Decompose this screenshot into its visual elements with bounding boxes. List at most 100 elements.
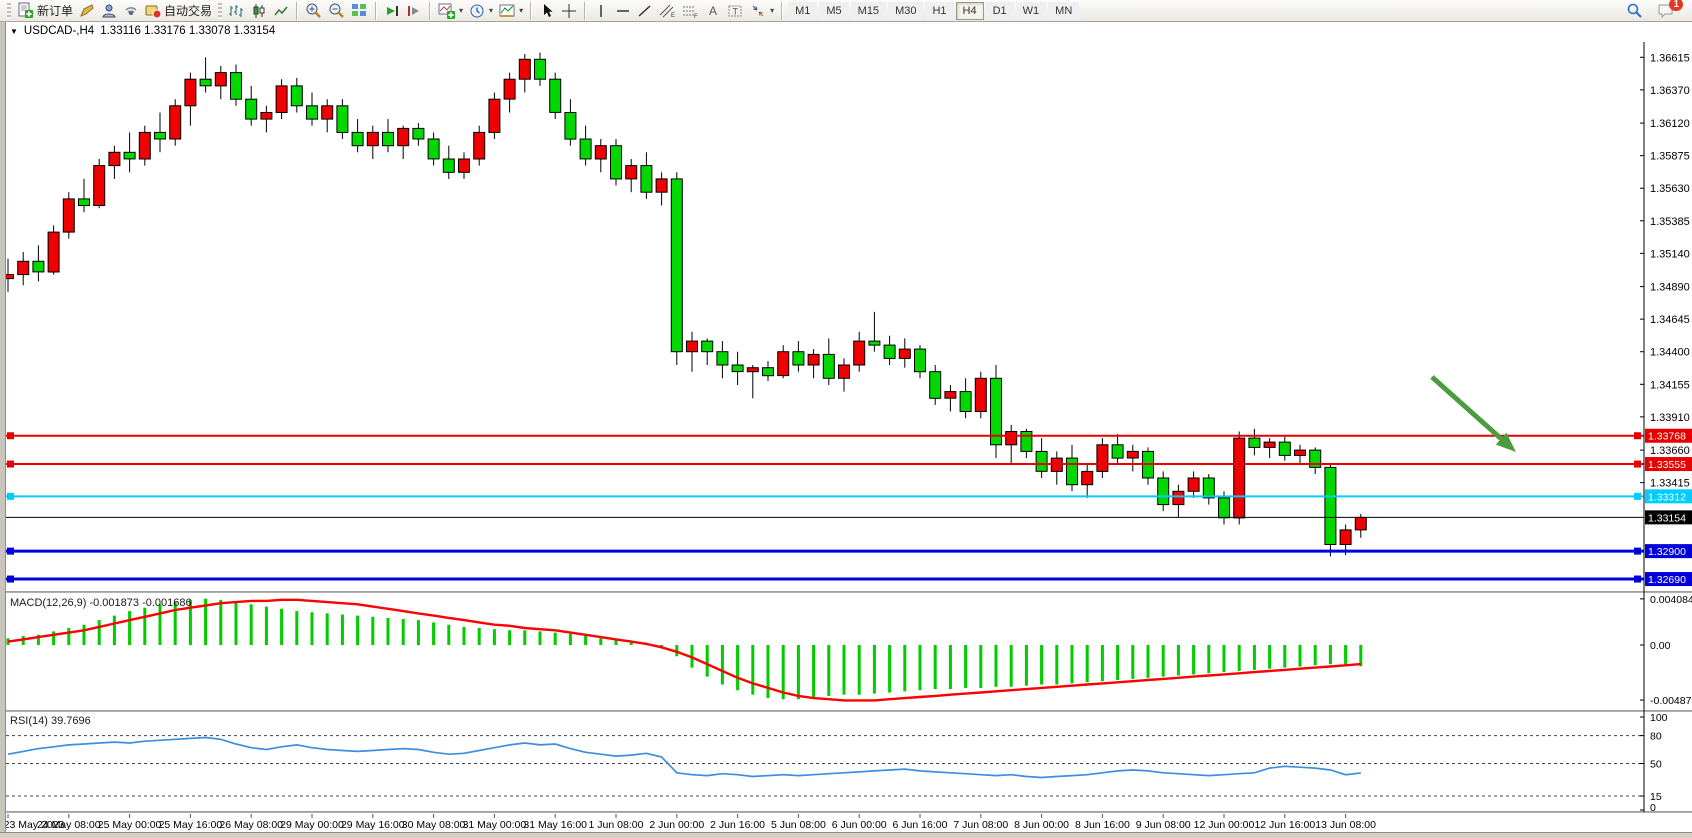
horizontal-line-tool-button[interactable] xyxy=(612,1,634,21)
chart-shift-icon xyxy=(406,3,422,19)
search-button[interactable] xyxy=(1623,1,1646,21)
channel-tool-button[interactable]: E xyxy=(656,1,679,21)
timeframe-button-mn[interactable]: MN xyxy=(1048,2,1079,20)
tile-windows-button[interactable] xyxy=(348,1,371,21)
auto-scroll-button[interactable] xyxy=(381,1,403,21)
indicators-button[interactable]: ▾ xyxy=(435,1,466,21)
zoom-out-button[interactable] xyxy=(325,1,348,21)
timeframe-button-m5[interactable]: M5 xyxy=(819,2,848,20)
candlestick-chart-button[interactable] xyxy=(248,1,270,21)
arrows-tool-button[interactable]: ▾ xyxy=(747,1,777,21)
text-icon: A xyxy=(706,3,720,19)
candle-body xyxy=(1097,445,1108,472)
macd-layer xyxy=(8,599,1361,701)
price-tick-label: 1.34155 xyxy=(1650,379,1690,391)
new-order-icon xyxy=(17,2,34,19)
periods-button[interactable]: ▾ xyxy=(466,1,496,21)
zoom-out-icon xyxy=(328,2,345,19)
bar-chart-icon xyxy=(228,3,245,19)
signals-icon xyxy=(123,3,139,19)
cursor-button[interactable] xyxy=(536,1,558,21)
price-tag-label: 1.33312 xyxy=(1648,491,1686,503)
autotrading-button[interactable]: 自动交易 xyxy=(142,1,215,21)
line-handle xyxy=(7,493,14,500)
trendline-tool-button[interactable] xyxy=(634,1,656,21)
time-axis-label: 9 Jun 08:00 xyxy=(1136,819,1191,831)
timeframe-button-m1[interactable]: M1 xyxy=(788,2,817,20)
zoom-in-button[interactable] xyxy=(302,1,325,21)
dropdown-caret-icon[interactable]: ▾ xyxy=(459,6,463,15)
profiles-button[interactable] xyxy=(98,1,120,21)
time-axis-label: 26 May 08:00 xyxy=(219,819,283,831)
timeframe-button-w1[interactable]: W1 xyxy=(1016,2,1047,20)
candle-body xyxy=(823,354,834,378)
candle-body xyxy=(793,352,804,365)
chart-ohlc-quote: 1.33116 1.33176 1.33078 1.33154 xyxy=(100,25,275,37)
text-label-tool-button[interactable]: T xyxy=(724,1,747,21)
clock-icon xyxy=(469,3,485,19)
autotrading-icon xyxy=(145,3,161,19)
svg-text:E: E xyxy=(671,13,675,19)
time-axis-label: 7 Jun 08:00 xyxy=(953,819,1008,831)
candle-body xyxy=(930,372,941,399)
candle-body xyxy=(960,392,971,412)
candle-body xyxy=(215,73,226,86)
dropdown-caret-icon[interactable]: ▾ xyxy=(489,6,493,15)
rsi-layer xyxy=(6,736,1644,796)
price-tick-label: 1.35630 xyxy=(1650,183,1690,195)
dropdown-caret-icon[interactable]: ▾ xyxy=(770,6,774,15)
equidistant-channel-icon: E xyxy=(659,3,676,19)
timeframe-button-h1[interactable]: H1 xyxy=(925,2,953,20)
signals-button[interactable] xyxy=(120,1,142,21)
candle-body xyxy=(975,378,986,411)
chat-button[interactable]: 1 xyxy=(1654,1,1678,21)
crosshair-button[interactable] xyxy=(558,1,580,21)
chart-dropdown-icon[interactable]: ▼ xyxy=(10,27,18,36)
toolbar-separator xyxy=(530,2,532,20)
new-order-button[interactable]: 新订单 xyxy=(14,1,76,21)
time-axis-label: 6 Jun 00:00 xyxy=(832,819,887,831)
price-tag-label: 1.33154 xyxy=(1648,512,1686,524)
candle-body xyxy=(200,79,211,86)
candle-body xyxy=(702,341,713,352)
candle-body xyxy=(124,152,135,159)
timeframe-button-h4[interactable]: H4 xyxy=(956,2,984,20)
candle-body xyxy=(459,159,470,172)
toolbar-grip[interactable] xyxy=(7,3,11,19)
separators-layer xyxy=(0,592,1692,814)
candle-body xyxy=(687,341,698,352)
time-axis-label: 29 May 00:00 xyxy=(280,819,344,831)
candle-body xyxy=(899,349,910,358)
timeframe-button-m15[interactable]: M15 xyxy=(851,2,886,20)
chart-shift-button[interactable] xyxy=(403,1,425,21)
candle-body xyxy=(1219,498,1230,518)
candle-body xyxy=(170,106,181,139)
axis-layer: 1.366151.363701.361201.358751.356301.353… xyxy=(1640,42,1692,814)
toolbar-separator xyxy=(429,2,431,20)
price-tick-label: 1.34645 xyxy=(1650,314,1690,326)
svg-text:A: A xyxy=(709,4,717,18)
dropdown-caret-icon[interactable]: ▾ xyxy=(519,6,523,15)
main-toolbar: 新订单 自动交易 xyxy=(0,0,1692,22)
toolbar-separator xyxy=(375,2,377,20)
horizontal-line-icon xyxy=(615,3,631,19)
indicators-icon xyxy=(438,2,455,19)
vertical-line-tool-button[interactable] xyxy=(590,1,612,21)
candle-body xyxy=(443,159,454,172)
line-chart-button[interactable] xyxy=(270,1,292,21)
bar-chart-button[interactable] xyxy=(225,1,248,21)
candle-body xyxy=(185,79,196,106)
time-axis-label: 25 May 16:00 xyxy=(159,819,223,831)
text-tool-button[interactable]: A xyxy=(702,1,724,21)
toolbar-grip[interactable] xyxy=(218,3,222,19)
toolbar-separator xyxy=(296,2,298,20)
candle-body xyxy=(915,349,926,372)
price-tick-label: 1.34890 xyxy=(1650,282,1690,294)
timeframe-button-d1[interactable]: D1 xyxy=(986,2,1014,20)
timeframe-button-m30[interactable]: M30 xyxy=(888,2,923,20)
chart-canvas[interactable]: 1.366151.363701.361201.358751.356301.353… xyxy=(0,0,1692,838)
window-bottom-frame[interactable] xyxy=(0,832,1692,838)
templates-button[interactable]: ▾ xyxy=(496,1,526,21)
styles-button[interactable] xyxy=(76,1,98,21)
fibonacci-tool-button[interactable]: F xyxy=(679,1,702,21)
